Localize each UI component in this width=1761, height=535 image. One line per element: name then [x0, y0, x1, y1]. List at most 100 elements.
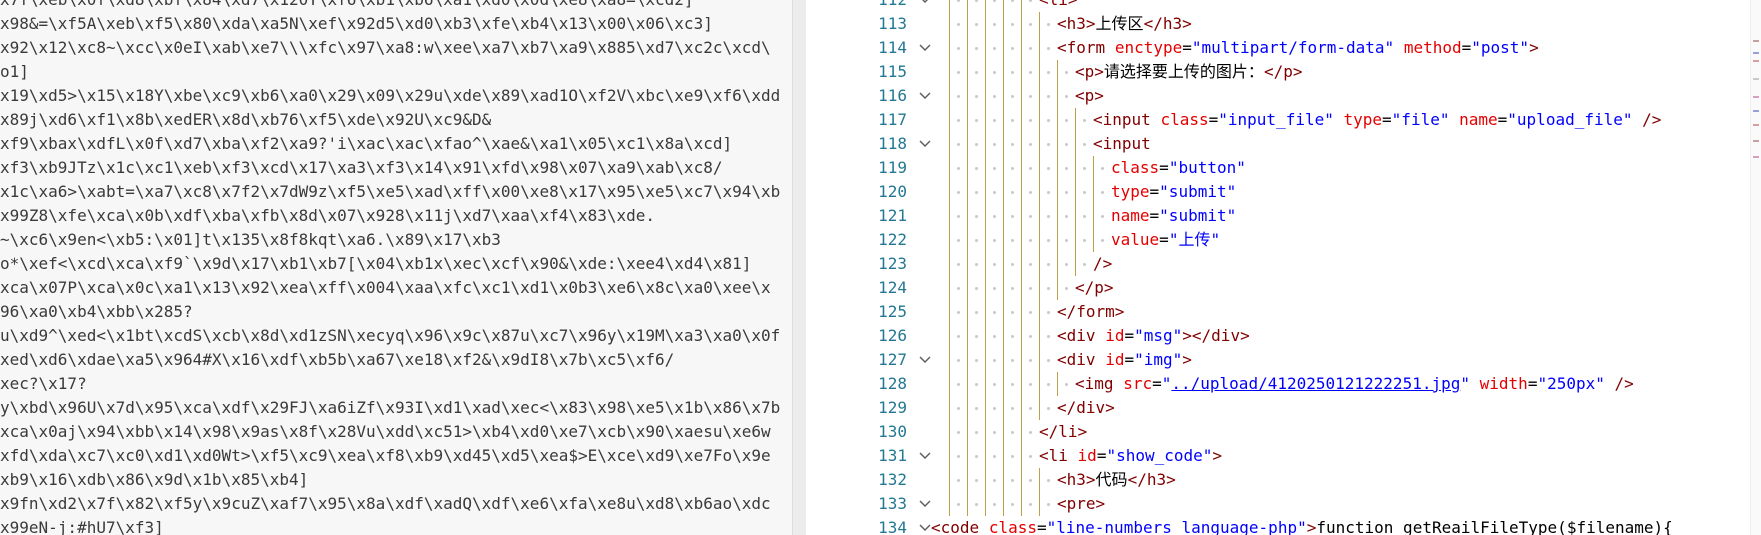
indent-guide	[985, 108, 986, 132]
line-number: 125	[878, 302, 907, 321]
indent-guide	[1057, 180, 1058, 204]
token-tag: h3	[1162, 14, 1183, 33]
token-bracket: >	[1095, 494, 1106, 513]
token-bracket: <	[1093, 134, 1103, 153]
whitespace-dot	[975, 407, 978, 410]
token-attr: id	[1105, 326, 1125, 345]
code-line[interactable]: 116 <p>	[855, 84, 1735, 108]
code-line[interactable]: 121 name="submit"	[855, 204, 1735, 228]
code-line[interactable]: 120 type="submit"	[855, 180, 1735, 204]
token-bracket: >	[1182, 14, 1192, 33]
indent-guide	[967, 348, 968, 372]
indent-guide	[967, 84, 968, 108]
token-tag: li	[1049, 0, 1068, 9]
code-line[interactable]: 119 class="button"	[855, 156, 1735, 180]
indent-guide	[967, 252, 968, 276]
code-line[interactable]: 131 <li id="show_code">	[855, 444, 1735, 468]
code-text: <img src="../upload/4120250121222251.jpg…	[1075, 372, 1634, 396]
token-tag: code	[940, 518, 980, 535]
indent-guide	[1039, 132, 1040, 156]
whitespace-dot	[1047, 335, 1050, 338]
whitespace-dot	[1065, 143, 1068, 146]
whitespace-dot	[957, 455, 960, 458]
indent-guide	[1021, 204, 1022, 228]
code-line[interactable]: 134 <code class="line-numbers language-ph…	[855, 516, 1735, 535]
minimap[interactable]	[1750, 0, 1761, 535]
token-tag: input	[1102, 110, 1151, 129]
token-bracket: >	[1166, 470, 1176, 489]
whitespace-dot	[957, 479, 960, 482]
whitespace-dot	[957, 143, 960, 146]
code-line[interactable]: 130 </li>	[855, 420, 1735, 444]
whitespace-dot	[993, 359, 996, 362]
code-line[interactable]: 122 value="上传"	[855, 228, 1735, 252]
indent-guide	[1057, 204, 1058, 228]
code-line[interactable]: 133 <pre>	[855, 492, 1735, 516]
code-line[interactable]: 129 </div>	[855, 396, 1735, 420]
whitespace-dot	[1011, 191, 1014, 194]
code-line[interactable]: 132 <h3>代码</h3>	[855, 468, 1735, 492]
whitespace-dot	[1083, 191, 1086, 194]
token-bracket: >	[1529, 38, 1539, 57]
code-line[interactable]: 118 <input	[855, 132, 1735, 156]
token-txt: =	[1159, 230, 1169, 249]
indent-guide	[967, 468, 968, 492]
token-txt: =	[1527, 374, 1538, 393]
code-line[interactable]: 123 />	[855, 252, 1735, 276]
indent-guide	[985, 300, 986, 324]
token-bracket: <	[931, 518, 941, 535]
indent-guide	[1093, 228, 1094, 252]
code-line[interactable]: 124 </p>	[855, 276, 1735, 300]
line-number: 131	[878, 446, 907, 465]
code-line[interactable]: 114 <form enctype="multipart/form-data" m…	[855, 36, 1735, 60]
code-text: <input	[1093, 132, 1151, 156]
indent-guide	[1075, 228, 1076, 252]
whitespace-dot	[975, 95, 978, 98]
indent-guide	[1039, 492, 1040, 516]
left-pane-scrollbar[interactable]	[792, 0, 806, 535]
indent-guide	[985, 156, 986, 180]
indent-guide	[967, 0, 968, 12]
whitespace-dot	[957, 239, 960, 242]
token-bracket: >	[1085, 470, 1096, 489]
whitespace-dot	[1011, 479, 1014, 482]
whitespace-dot	[1083, 143, 1086, 146]
code-line[interactable]: 125 </form>	[855, 300, 1735, 324]
indent-guide	[967, 108, 968, 132]
code-line[interactable]: 115 <p>请选择要上传的图片：</p>	[855, 60, 1735, 84]
indent-guide	[949, 204, 950, 228]
whitespace-dot	[957, 407, 960, 410]
line-number: 120	[878, 182, 907, 201]
whitespace-dot	[993, 239, 996, 242]
code-line[interactable]: 112 <li>	[855, 0, 1735, 12]
binary-text-line: xed\xd6\xdae\xa5\x964#X\x16\xdf\xb5b\xa6…	[0, 350, 675, 369]
indent-guide	[1021, 36, 1022, 60]
whitespace-dot	[975, 23, 978, 26]
whitespace-dot	[1011, 335, 1014, 338]
token-attr: class	[1111, 158, 1160, 177]
whitespace-dot	[1047, 263, 1050, 266]
code-line[interactable]: 117 <input class="input_file" type="file"…	[855, 108, 1735, 132]
indent-guide	[1075, 204, 1076, 228]
code-line[interactable]: 113 <h3>上传区</h3>	[855, 12, 1735, 36]
code-line[interactable]: 126 <div id="msg"></div>	[855, 324, 1735, 348]
whitespace-dot	[957, 335, 960, 338]
token-txt: 代码	[1095, 470, 1128, 489]
code-line[interactable]: 127 <div id="img">	[855, 348, 1735, 372]
whitespace-dot	[993, 0, 996, 2]
binary-text-pane[interactable]: x7f\xeb\x0f\xd8\xbf\x84\xd7\x120Y\xf6\xb…	[0, 0, 806, 535]
whitespace-dot	[957, 215, 960, 218]
indent-guide	[1003, 252, 1004, 276]
code-line[interactable]: 128 <img src="../upload/4120250121222251.…	[855, 372, 1735, 396]
binary-text-line: x92\x12\xc8~\xcc\x0eI\xab\xe7\\\xfc\x97\…	[0, 38, 771, 57]
token-link[interactable]: ../upload/4120250121222251.jpg	[1171, 374, 1460, 393]
binary-text-line: x98&=\xf5A\xeb\xf5\x80\xda\xa5N\xef\x92d…	[0, 14, 713, 33]
code-editor-pane[interactable]: 112<li>113<h3>上传区</h3>114<form enctype="…	[855, 0, 1761, 535]
token-val: "submit"	[1159, 206, 1237, 225]
code-text: </p>	[1075, 276, 1114, 300]
indent-guide	[1039, 228, 1040, 252]
whitespace-dot	[1029, 311, 1032, 314]
whitespace-dot	[1065, 215, 1068, 218]
